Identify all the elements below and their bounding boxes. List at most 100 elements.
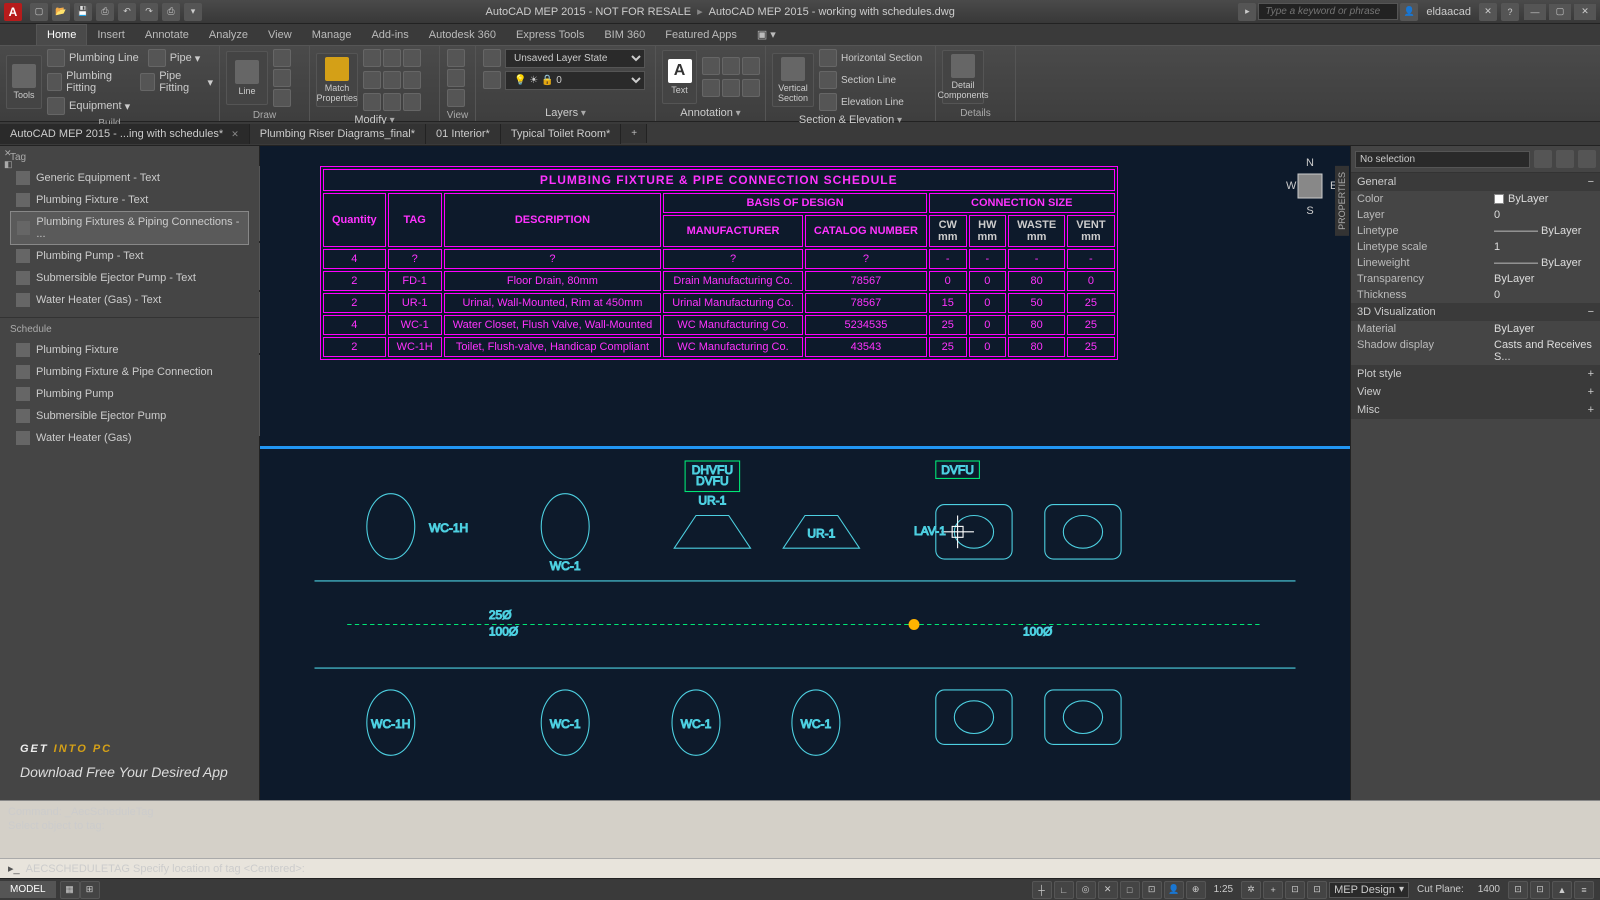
table-row[interactable]: 2FD-1Floor Drain, 80mmDrain Manufacturin…: [323, 271, 1115, 291]
plumbing-line-button[interactable]: Plumbing Line: [69, 52, 139, 64]
view-tool-icon[interactable]: [447, 69, 465, 87]
modify-tool-icon[interactable]: [363, 49, 381, 67]
drawing-canvas[interactable]: PLUMBING FIXTURE & PIPE CONNECTION SCHED…: [260, 146, 1350, 800]
section-general[interactable]: General−: [1351, 173, 1600, 191]
equipment-button[interactable]: Equipment: [69, 100, 122, 112]
signin-icon[interactable]: 👤: [1400, 3, 1418, 21]
section-3dviz[interactable]: 3D Visualization−: [1351, 303, 1600, 321]
ribbon-tab-manage[interactable]: Manage: [302, 25, 362, 45]
ribbon-tab-annotate[interactable]: Annotate: [135, 25, 199, 45]
minimize-icon[interactable]: —: [1524, 4, 1546, 20]
elevation-line-button[interactable]: Elevation Line: [841, 97, 904, 108]
section-view[interactable]: View+: [1351, 383, 1600, 401]
table-row[interactable]: 4WC-1Water Closet, Flush Valve, Wall-Mou…: [323, 315, 1115, 335]
property-value[interactable]: 0: [1494, 289, 1594, 301]
plumbing-fitting-icon[interactable]: [47, 73, 62, 91]
ribbon-tab-expresstools[interactable]: Express Tools: [506, 25, 594, 45]
table-row[interactable]: 4????----: [323, 249, 1115, 269]
ribbon-tab-bim360[interactable]: BIM 360: [594, 25, 655, 45]
qat-saveas-icon[interactable]: ⎙: [96, 3, 114, 21]
doc-tab[interactable]: AutoCAD MEP 2015 - ...ing with schedules…: [0, 124, 250, 144]
property-row[interactable]: Linetype———— ByLayer: [1351, 223, 1600, 239]
pipe-fitting-icon[interactable]: [140, 73, 155, 91]
ribbon-tab-featuredapps[interactable]: Featured Apps: [655, 25, 747, 45]
tab-close-icon[interactable]: ✕: [231, 129, 239, 139]
property-row[interactable]: Thickness0: [1351, 287, 1600, 303]
status-tool-icon[interactable]: ✕: [1098, 881, 1118, 899]
palette-item[interactable]: Water Heater (Gas): [10, 427, 249, 449]
modify-tool-icon[interactable]: [363, 93, 381, 111]
equipment-icon[interactable]: [47, 97, 65, 115]
property-value[interactable]: Casts and Receives S...: [1494, 339, 1594, 363]
layer-state-combo[interactable]: Unsaved Layer State: [505, 49, 645, 68]
qat-redo-icon[interactable]: ↷: [140, 3, 158, 21]
property-row[interactable]: MaterialByLayer: [1351, 321, 1600, 337]
annot-tool-icon[interactable]: [742, 57, 760, 75]
status-tool-icon[interactable]: ⊡: [1530, 881, 1550, 899]
property-value[interactable]: ———— ByLayer: [1494, 225, 1594, 237]
table-row[interactable]: 2UR-1Urinal, Wall-Mounted, Rim at 450mmU…: [323, 293, 1115, 313]
palette-item[interactable]: Generic Equipment - Text: [10, 167, 249, 189]
grid-icon[interactable]: ▦: [60, 881, 80, 899]
status-tool-icon[interactable]: ▲: [1552, 881, 1572, 899]
quick-select-icon[interactable]: [1534, 150, 1552, 168]
section-plot[interactable]: Plot style+: [1351, 365, 1600, 383]
property-row[interactable]: Linetype scale1: [1351, 239, 1600, 255]
annot-tool-icon[interactable]: [702, 57, 720, 75]
current-layer-combo[interactable]: 💡 ☀ 🔒 0: [505, 71, 645, 90]
annot-tool-icon[interactable]: [742, 79, 760, 97]
property-value[interactable]: 0: [1494, 209, 1594, 221]
qat-new-icon[interactable]: ▢: [30, 3, 48, 21]
keyword-search-input[interactable]: [1258, 3, 1398, 20]
plumbing-fitting-button[interactable]: Plumbing Fitting: [66, 70, 131, 94]
section-line-icon[interactable]: [819, 71, 837, 89]
annot-tool-icon[interactable]: [722, 57, 740, 75]
modify-tool-icon[interactable]: [383, 71, 401, 89]
palette-item[interactable]: Plumbing Fixture & Pipe Connection: [10, 361, 249, 383]
layer-tool-icon[interactable]: [483, 49, 501, 67]
qat-undo-icon[interactable]: ↶: [118, 3, 136, 21]
new-tab-button[interactable]: +: [621, 124, 647, 143]
status-tool-icon[interactable]: ⊡: [1307, 881, 1327, 899]
elevation-line-icon[interactable]: [819, 93, 837, 111]
property-value[interactable]: ByLayer: [1494, 273, 1594, 285]
doc-tab[interactable]: Typical Toilet Room*: [501, 124, 621, 144]
ribbon-tab-autodesk360[interactable]: Autodesk 360: [419, 25, 506, 45]
plumbing-line-icon[interactable]: [47, 49, 65, 67]
property-row[interactable]: ColorByLayer: [1351, 191, 1600, 207]
search-dropdown-icon[interactable]: ▸: [1238, 3, 1256, 21]
ribbon-tab-home[interactable]: Home: [36, 24, 87, 45]
exchange-icon[interactable]: ✕: [1479, 3, 1497, 21]
tools-button[interactable]: Tools: [6, 55, 42, 109]
status-tool-icon[interactable]: □: [1120, 881, 1140, 899]
ribbon-tab-analyze[interactable]: Analyze: [199, 25, 258, 45]
palette-item[interactable]: Plumbing Pump: [10, 383, 249, 405]
draw-tool-icon[interactable]: [273, 49, 291, 67]
section-line-button[interactable]: Section Line: [841, 75, 896, 86]
annot-tool-icon[interactable]: [702, 79, 720, 97]
property-value[interactable]: 1: [1494, 241, 1594, 253]
detail-components-button[interactable]: Detail Components: [942, 50, 984, 104]
customization-icon[interactable]: ≡: [1574, 881, 1594, 899]
maximize-icon[interactable]: ▢: [1549, 4, 1571, 20]
schedule-table[interactable]: PLUMBING FIXTURE & PIPE CONNECTION SCHED…: [320, 166, 1118, 360]
draw-tool-icon[interactable]: [273, 89, 291, 107]
vertical-section-button[interactable]: Vertical Section: [772, 53, 814, 107]
line-button[interactable]: Line: [226, 51, 268, 105]
modify-tool-icon[interactable]: [403, 49, 421, 67]
snap-icon[interactable]: ⊞: [80, 881, 100, 899]
section-misc[interactable]: Misc+: [1351, 401, 1600, 419]
palette-close-icon[interactable]: ✕◧: [4, 148, 13, 170]
palette-item[interactable]: Water Heater (Gas) - Text: [10, 289, 249, 311]
property-row[interactable]: Lineweight———— ByLayer: [1351, 255, 1600, 271]
status-tool-icon[interactable]: ◎: [1076, 881, 1096, 899]
selection-combo[interactable]: No selection: [1355, 151, 1530, 168]
layer-tool-icon[interactable]: [483, 71, 501, 89]
status-tool-icon[interactable]: ┼: [1032, 881, 1052, 899]
table-row[interactable]: 2WC-1HToilet, Flush-valve, Handicap Comp…: [323, 337, 1115, 357]
modify-tool-icon[interactable]: [403, 71, 421, 89]
text-button[interactable]: AText: [662, 50, 697, 104]
palette-item[interactable]: Plumbing Fixture: [10, 339, 249, 361]
status-tool-icon[interactable]: 👤: [1164, 881, 1184, 899]
qat-open-icon[interactable]: 📂: [52, 3, 70, 21]
